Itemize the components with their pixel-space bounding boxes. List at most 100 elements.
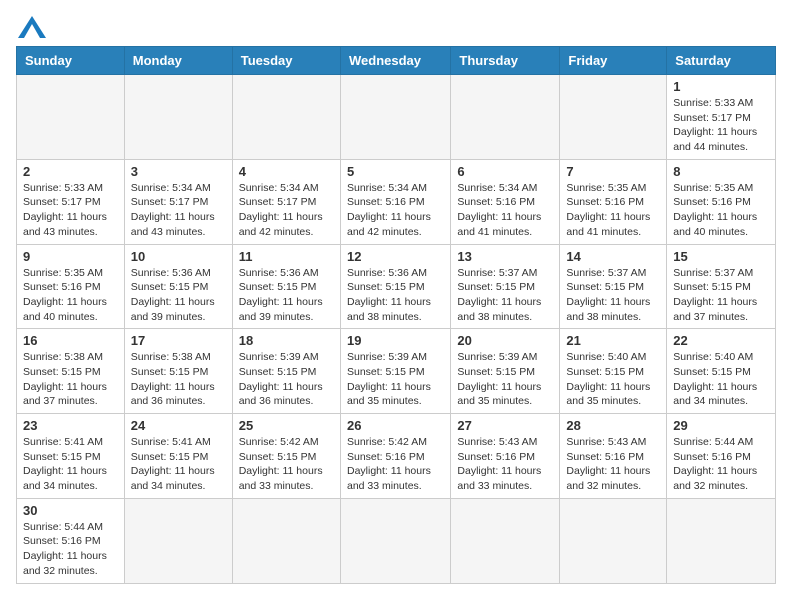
calendar-cell bbox=[17, 75, 125, 160]
day-info: Sunrise: 5:43 AMSunset: 5:16 PMDaylight:… bbox=[457, 435, 553, 494]
day-info: Sunrise: 5:43 AMSunset: 5:16 PMDaylight:… bbox=[566, 435, 660, 494]
day-info: Sunrise: 5:39 AMSunset: 5:15 PMDaylight:… bbox=[347, 350, 444, 409]
day-number: 6 bbox=[457, 164, 553, 179]
calendar-cell: 10Sunrise: 5:36 AMSunset: 5:15 PMDayligh… bbox=[124, 244, 232, 329]
calendar-cell: 2 Sunrise: 5:33 AMSunset: 5:17 PMDaylight… bbox=[17, 159, 125, 244]
calendar-cell bbox=[667, 498, 776, 583]
day-number: 20 bbox=[457, 333, 553, 348]
page-container: SundayMondayTuesdayWednesdayThursdayFrid… bbox=[16, 16, 776, 584]
day-info: Sunrise: 5:41 AMSunset: 5:15 PMDaylight:… bbox=[131, 435, 226, 494]
day-number: 18 bbox=[239, 333, 334, 348]
day-number: 4 bbox=[239, 164, 334, 179]
day-info: Sunrise: 5:35 AMSunset: 5:16 PMDaylight:… bbox=[673, 181, 769, 240]
day-number: 15 bbox=[673, 249, 769, 264]
calendar-week-row: 30 Sunrise: 5:44 AMSunset: 5:16 PMDayligh… bbox=[17, 498, 776, 583]
day-number: 17 bbox=[131, 333, 226, 348]
day-number: 23 bbox=[23, 418, 118, 433]
calendar-header-row: SundayMondayTuesdayWednesdayThursdayFrid… bbox=[17, 47, 776, 75]
calendar-cell bbox=[232, 75, 340, 160]
calendar-cell: 20 Sunrise: 5:39 AMSunset: 5:15 PMDayligh… bbox=[451, 329, 560, 414]
day-info: Sunrise: 5:35 AMSunset: 5:16 PMDaylight:… bbox=[566, 181, 660, 240]
calendar-cell: 25 Sunrise: 5:42 AMSunset: 5:15 PMDayligh… bbox=[232, 414, 340, 499]
calendar-header-sunday: Sunday bbox=[17, 47, 125, 75]
calendar-cell: 3Sunrise: 5:34 AMSunset: 5:17 PMDaylight… bbox=[124, 159, 232, 244]
calendar-header-saturday: Saturday bbox=[667, 47, 776, 75]
calendar-cell: 27 Sunrise: 5:43 AMSunset: 5:16 PMDayligh… bbox=[451, 414, 560, 499]
day-info: Sunrise: 5:37 AMSunset: 5:15 PMDaylight:… bbox=[457, 266, 553, 325]
calendar-cell bbox=[340, 75, 450, 160]
day-info: Sunrise: 5:38 AMSunset: 5:15 PMDaylight:… bbox=[131, 350, 226, 409]
day-number: 5 bbox=[347, 164, 444, 179]
calendar-cell: 6 Sunrise: 5:34 AMSunset: 5:16 PMDaylight… bbox=[451, 159, 560, 244]
calendar-cell: 11Sunrise: 5:36 AMSunset: 5:15 PMDayligh… bbox=[232, 244, 340, 329]
day-info: Sunrise: 5:41 AMSunset: 5:15 PMDaylight:… bbox=[23, 435, 118, 494]
calendar-cell bbox=[560, 498, 667, 583]
day-info: Sunrise: 5:37 AMSunset: 5:15 PMDaylight:… bbox=[566, 266, 660, 325]
day-info: Sunrise: 5:42 AMSunset: 5:15 PMDaylight:… bbox=[239, 435, 334, 494]
day-info: Sunrise: 5:37 AMSunset: 5:15 PMDaylight:… bbox=[673, 266, 769, 325]
day-info: Sunrise: 5:40 AMSunset: 5:15 PMDaylight:… bbox=[673, 350, 769, 409]
calendar-week-row: 1 Sunrise: 5:33 AMSunset: 5:17 PMDaylight… bbox=[17, 75, 776, 160]
day-info: Sunrise: 5:34 AMSunset: 5:16 PMDaylight:… bbox=[457, 181, 553, 240]
day-info: Sunrise: 5:44 AMSunset: 5:16 PMDaylight:… bbox=[673, 435, 769, 494]
day-number: 14 bbox=[566, 249, 660, 264]
day-number: 27 bbox=[457, 418, 553, 433]
calendar-cell: 13 Sunrise: 5:37 AMSunset: 5:15 PMDayligh… bbox=[451, 244, 560, 329]
calendar-header-tuesday: Tuesday bbox=[232, 47, 340, 75]
logo-icon bbox=[18, 16, 46, 38]
calendar-cell: 22Sunrise: 5:40 AMSunset: 5:15 PMDayligh… bbox=[667, 329, 776, 414]
day-number: 26 bbox=[347, 418, 444, 433]
calendar-cell: 24 Sunrise: 5:41 AMSunset: 5:15 PMDayligh… bbox=[124, 414, 232, 499]
day-number: 13 bbox=[457, 249, 553, 264]
calendar-cell bbox=[560, 75, 667, 160]
calendar-cell: 14 Sunrise: 5:37 AMSunset: 5:15 PMDayligh… bbox=[560, 244, 667, 329]
calendar-cell: 28 Sunrise: 5:43 AMSunset: 5:16 PMDayligh… bbox=[560, 414, 667, 499]
calendar-cell: 17 Sunrise: 5:38 AMSunset: 5:15 PMDayligh… bbox=[124, 329, 232, 414]
calendar-cell: 16Sunrise: 5:38 AMSunset: 5:15 PMDayligh… bbox=[17, 329, 125, 414]
day-number: 10 bbox=[131, 249, 226, 264]
calendar-cell: 4 Sunrise: 5:34 AMSunset: 5:17 PMDaylight… bbox=[232, 159, 340, 244]
calendar-cell bbox=[232, 498, 340, 583]
day-info: Sunrise: 5:33 AMSunset: 5:17 PMDaylight:… bbox=[23, 181, 118, 240]
day-number: 11 bbox=[239, 249, 334, 264]
day-number: 1 bbox=[673, 79, 769, 94]
day-info: Sunrise: 5:35 AMSunset: 5:16 PMDaylight:… bbox=[23, 266, 118, 325]
calendar-cell: 15 Sunrise: 5:37 AMSunset: 5:15 PMDayligh… bbox=[667, 244, 776, 329]
calendar-cell: 18 Sunrise: 5:39 AMSunset: 5:15 PMDayligh… bbox=[232, 329, 340, 414]
calendar-cell: 12 Sunrise: 5:36 AMSunset: 5:15 PMDayligh… bbox=[340, 244, 450, 329]
calendar-week-row: 16Sunrise: 5:38 AMSunset: 5:15 PMDayligh… bbox=[17, 329, 776, 414]
calendar-cell: 1 Sunrise: 5:33 AMSunset: 5:17 PMDaylight… bbox=[667, 75, 776, 160]
day-info: Sunrise: 5:34 AMSunset: 5:17 PMDaylight:… bbox=[239, 181, 334, 240]
calendar-table: SundayMondayTuesdayWednesdayThursdayFrid… bbox=[16, 46, 776, 584]
day-number: 28 bbox=[566, 418, 660, 433]
calendar-cell bbox=[451, 75, 560, 160]
day-number: 7 bbox=[566, 164, 660, 179]
calendar-week-row: 2 Sunrise: 5:33 AMSunset: 5:17 PMDaylight… bbox=[17, 159, 776, 244]
calendar-cell: 19 Sunrise: 5:39 AMSunset: 5:15 PMDayligh… bbox=[340, 329, 450, 414]
day-number: 24 bbox=[131, 418, 226, 433]
day-info: Sunrise: 5:34 AMSunset: 5:16 PMDaylight:… bbox=[347, 181, 444, 240]
calendar-week-row: 9Sunrise: 5:35 AMSunset: 5:16 PMDaylight… bbox=[17, 244, 776, 329]
day-info: Sunrise: 5:38 AMSunset: 5:15 PMDaylight:… bbox=[23, 350, 118, 409]
calendar-header-friday: Friday bbox=[560, 47, 667, 75]
day-info: Sunrise: 5:44 AMSunset: 5:16 PMDaylight:… bbox=[23, 520, 118, 579]
calendar-cell bbox=[124, 498, 232, 583]
day-number: 19 bbox=[347, 333, 444, 348]
calendar-cell: 7 Sunrise: 5:35 AMSunset: 5:16 PMDaylight… bbox=[560, 159, 667, 244]
day-number: 30 bbox=[23, 503, 118, 518]
day-number: 25 bbox=[239, 418, 334, 433]
calendar-cell: 29 Sunrise: 5:44 AMSunset: 5:16 PMDayligh… bbox=[667, 414, 776, 499]
calendar-cell bbox=[340, 498, 450, 583]
calendar-header-thursday: Thursday bbox=[451, 47, 560, 75]
day-number: 29 bbox=[673, 418, 769, 433]
calendar-cell: 21Sunrise: 5:40 AMSunset: 5:15 PMDayligh… bbox=[560, 329, 667, 414]
logo bbox=[16, 16, 46, 38]
day-info: Sunrise: 5:33 AMSunset: 5:17 PMDaylight:… bbox=[673, 96, 769, 155]
day-number: 12 bbox=[347, 249, 444, 264]
day-number: 3 bbox=[131, 164, 226, 179]
day-info: Sunrise: 5:39 AMSunset: 5:15 PMDaylight:… bbox=[239, 350, 334, 409]
calendar-cell bbox=[124, 75, 232, 160]
day-info: Sunrise: 5:36 AMSunset: 5:15 PMDaylight:… bbox=[347, 266, 444, 325]
day-info: Sunrise: 5:39 AMSunset: 5:15 PMDaylight:… bbox=[457, 350, 553, 409]
day-number: 2 bbox=[23, 164, 118, 179]
